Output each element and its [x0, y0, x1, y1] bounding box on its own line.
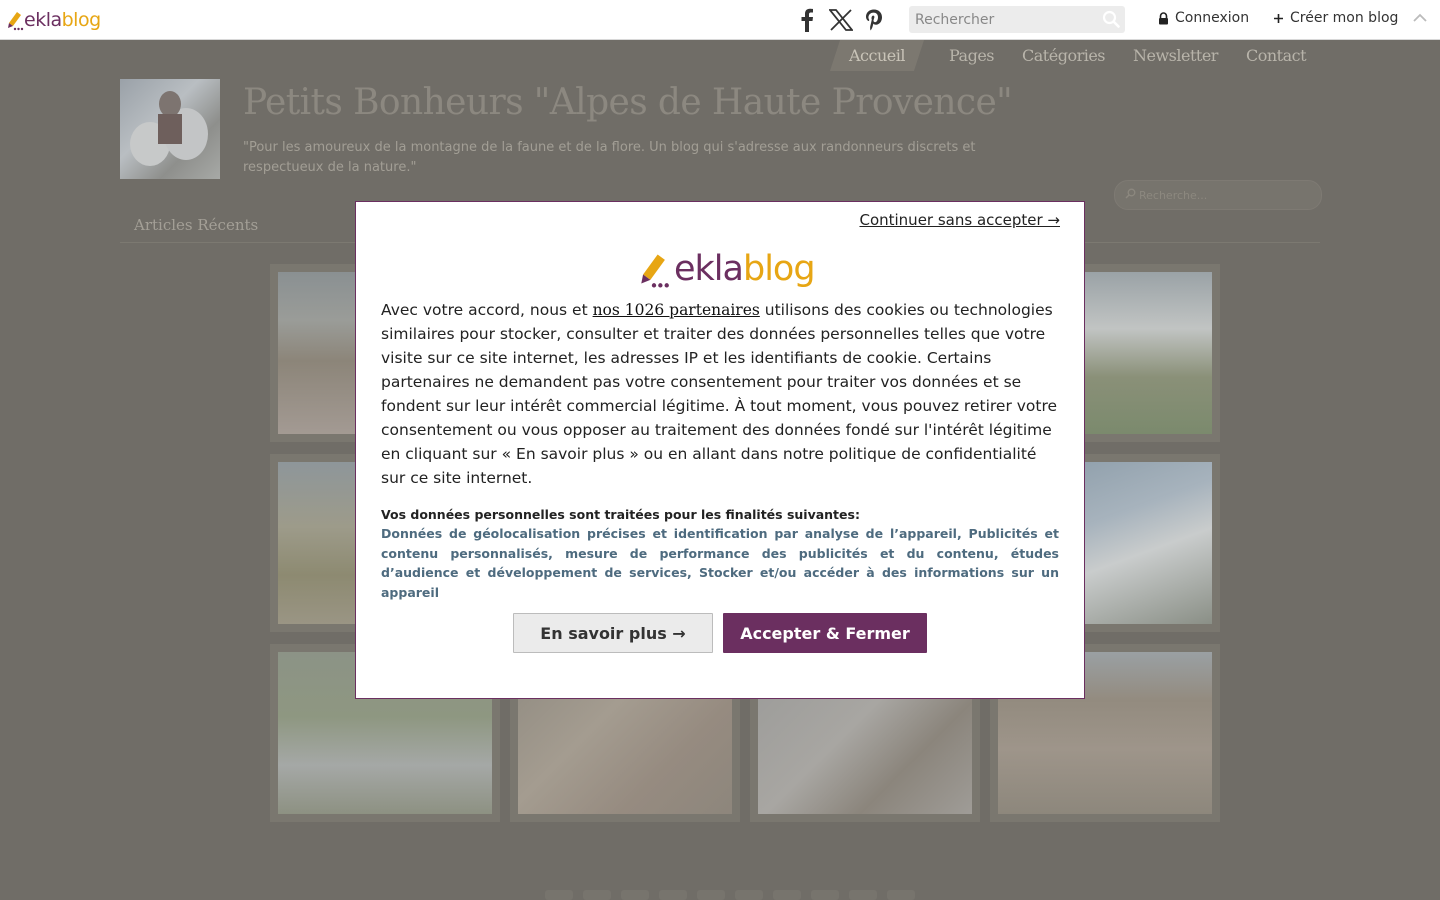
blog-description: "Pour les amoureux de la montagne de la … [243, 140, 976, 175]
blog-navigation: Accueil Pages Catégories Newsletter Cont… [829, 39, 1320, 71]
search-icon[interactable] [1102, 10, 1120, 28]
nav-item-accueil[interactable]: Accueil [829, 39, 925, 71]
page-link[interactable] [887, 890, 915, 900]
x-icon[interactable] [828, 6, 854, 34]
create-blog-link[interactable]: Créer mon blog [1273, 10, 1398, 26]
top-search-box [909, 6, 1125, 33]
page-link[interactable] [545, 890, 573, 900]
logo-wordmark: eklablog [24, 9, 101, 31]
facebook-icon[interactable] [796, 6, 818, 34]
page-link[interactable] [849, 890, 877, 900]
nav-item-pages[interactable]: Pages [935, 40, 1008, 71]
partners-link[interactable]: nos 1026 partenaires [593, 301, 760, 319]
login-link[interactable]: Connexion [1158, 10, 1249, 26]
chevron-up-icon[interactable] [1412, 12, 1428, 24]
blog-search-box [1114, 180, 1322, 210]
search-icon [1125, 188, 1136, 199]
blog-search-input[interactable] [1115, 181, 1319, 209]
blog-title[interactable]: Petits Bonheurs "Alpes de Haute Provence… [243, 82, 1013, 123]
page-link[interactable] [773, 890, 801, 900]
pinterest-icon[interactable] [863, 6, 885, 34]
page-link[interactable] [735, 890, 763, 900]
continue-without-accepting-link[interactable]: Continuer sans accepter → [859, 211, 1060, 229]
eklablog-logo[interactable]: eklablog [6, 6, 101, 34]
learn-more-button[interactable]: En savoir plus → [513, 613, 713, 653]
purposes-list: Données de géolocalisation précises et i… [381, 526, 1059, 600]
nav-item-newsletter[interactable]: Newsletter [1119, 40, 1232, 71]
eklablog-topbar: eklablog Connexion Créer mon blog [0, 0, 1440, 40]
lock-icon [1159, 11, 1168, 24]
page-link[interactable] [583, 890, 611, 900]
nav-item-contact[interactable]: Contact [1232, 40, 1320, 71]
cookie-consent-dialog: Continuer sans accepter → eklablog Avec … [355, 201, 1085, 699]
nav-item-categories[interactable]: Catégories [1008, 40, 1119, 71]
logo-wordmark: eklablog [674, 249, 816, 289]
pencil-icon [641, 254, 669, 288]
create-blog-label: Créer mon blog [1290, 10, 1399, 26]
accept-and-close-button[interactable]: Accepter & Fermer [723, 613, 927, 653]
purposes-heading: Vos données personnelles sont traitées p… [381, 507, 860, 522]
recent-articles-heading: Articles Récents [134, 216, 259, 234]
consent-eklablog-logo: eklablog [634, 245, 816, 293]
page-link[interactable] [621, 890, 649, 900]
pagination [545, 890, 915, 900]
blog-avatar[interactable] [120, 79, 220, 179]
pencil-icon [8, 12, 24, 31]
page-link[interactable] [811, 890, 839, 900]
top-search-input[interactable] [909, 6, 1101, 33]
consent-body-text: Avec votre accord, nous et nos 1026 part… [381, 301, 1058, 487]
login-label: Connexion [1175, 10, 1250, 26]
page-link[interactable] [659, 890, 687, 900]
plus-icon [1274, 13, 1283, 23]
page-link[interactable] [697, 890, 725, 900]
